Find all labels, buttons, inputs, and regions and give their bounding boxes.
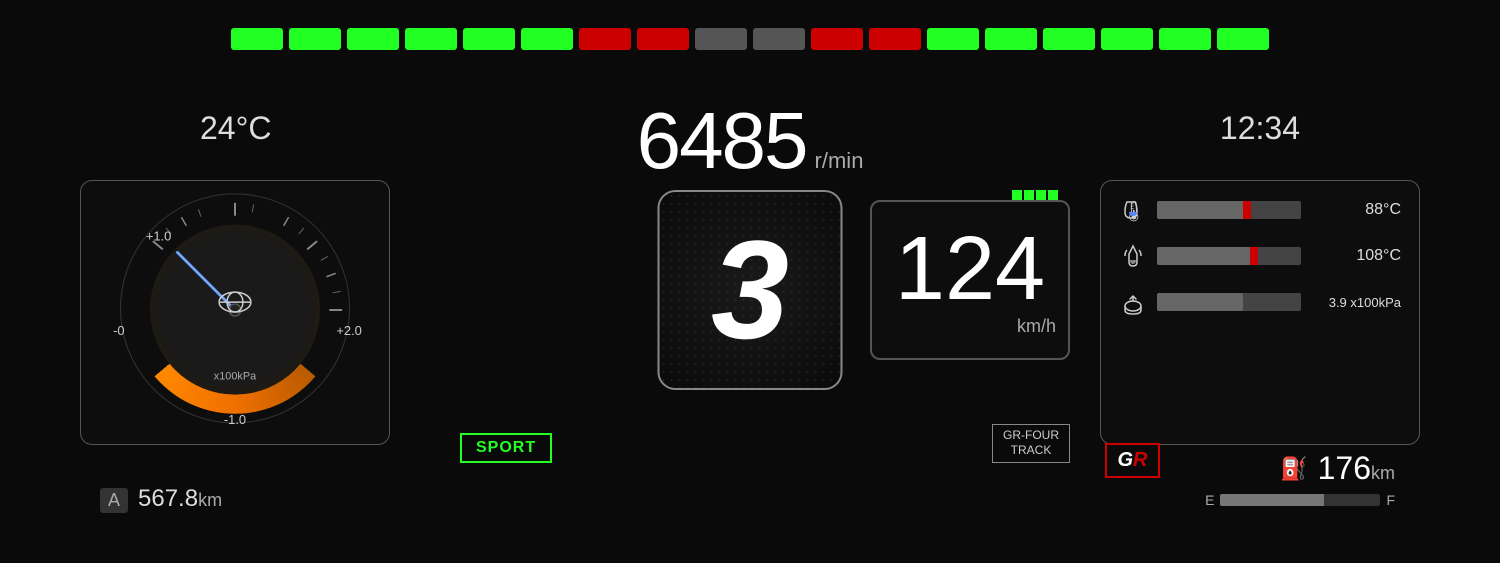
circuit-square-4	[1048, 190, 1058, 200]
rpm-unit: r/min	[815, 148, 864, 174]
fuel-display: ⛽ 176km E F	[1205, 450, 1395, 508]
gr-four-line2: TRACK	[1003, 443, 1059, 459]
rpm-value: 6485	[637, 95, 807, 187]
info-panel: 🌡 88°C 108°C	[1100, 180, 1420, 445]
gear-display: 3	[658, 190, 843, 390]
oil-press-row: 3.9 x100kPa	[1119, 288, 1401, 316]
coolant-temp-row: 🌡 88°C	[1119, 196, 1401, 224]
fuel-top: ⛽ 176km	[1280, 450, 1395, 487]
fuel-bar-fill	[1220, 494, 1324, 506]
gear-number: 3	[711, 220, 789, 360]
rpm-segment-17	[1217, 28, 1269, 50]
oil-press-bar	[1157, 293, 1301, 311]
rpm-segment-12	[927, 28, 979, 50]
rpm-segment-4	[463, 28, 515, 50]
rpm-segment-11	[869, 28, 921, 50]
coolant-value: 88°C	[1311, 201, 1401, 219]
oil-temp-value: 108°C	[1311, 247, 1401, 265]
rpm-segment-7	[637, 28, 689, 50]
circuit-icon	[1012, 190, 1058, 200]
rpm-segment-9	[753, 28, 805, 50]
rpm-segment-8	[695, 28, 747, 50]
clock-display: 12:34	[1220, 110, 1300, 147]
fuel-bar-row: E F	[1205, 492, 1395, 508]
rpm-bar	[231, 28, 1269, 50]
boost-gauge-inner: -1.0 -0 +1.0 +2.0 x100kPa	[81, 181, 389, 444]
sport-badge: SPORT	[460, 433, 552, 463]
oil-temp-row: 108°C	[1119, 242, 1401, 270]
trip-label: A	[100, 488, 128, 513]
coolant-bar	[1157, 201, 1301, 219]
circuit-square-2	[1024, 190, 1034, 200]
gr-four-line1: GR-FOUR	[1003, 428, 1059, 444]
rpm-segment-2	[347, 28, 399, 50]
fuel-icon: ⛽	[1280, 456, 1307, 482]
gr-four-track-badge: GR-FOUR TRACK	[992, 424, 1070, 463]
rpm-segment-15	[1101, 28, 1153, 50]
circuit-square-1	[1012, 190, 1022, 200]
temperature-display: 24°C	[200, 110, 272, 147]
circuit-square-3	[1036, 190, 1046, 200]
oil-press-value: 3.9 x100kPa	[1311, 295, 1401, 310]
rpm-readout: 6485 r/min	[637, 95, 864, 187]
rpm-segment-1	[289, 28, 341, 50]
rpm-segment-14	[1043, 28, 1095, 50]
oil-temp-icon	[1119, 242, 1147, 270]
fuel-bar	[1220, 494, 1380, 506]
rpm-segment-5	[521, 28, 573, 50]
fuel-e-label: E	[1205, 492, 1214, 508]
speed-value: 124	[895, 224, 1045, 314]
rpm-segment-6	[579, 28, 631, 50]
rpm-segment-10	[811, 28, 863, 50]
trip-value: 567.8km	[138, 485, 222, 513]
rpm-segment-13	[985, 28, 1037, 50]
speed-unit: km/h	[1017, 316, 1056, 337]
trip-display: A 567.8km	[100, 485, 222, 513]
rpm-segment-3	[405, 28, 457, 50]
gauge-inner-circle	[150, 224, 320, 394]
coolant-icon: 🌡	[1119, 196, 1147, 224]
fuel-f-label: F	[1386, 492, 1395, 508]
boost-gauge-box: -1.0 -0 +1.0 +2.0 x100kPa	[80, 180, 390, 445]
oil-temp-bar	[1157, 247, 1301, 265]
rpm-segment-16	[1159, 28, 1211, 50]
fuel-km: 176km	[1318, 450, 1395, 487]
gr-logo-text: GR	[1117, 449, 1147, 472]
rpm-segment-0	[231, 28, 283, 50]
gr-logo: GR	[1105, 443, 1160, 478]
speed-display: 124 km/h	[870, 200, 1070, 360]
oil-press-icon	[1119, 288, 1147, 316]
